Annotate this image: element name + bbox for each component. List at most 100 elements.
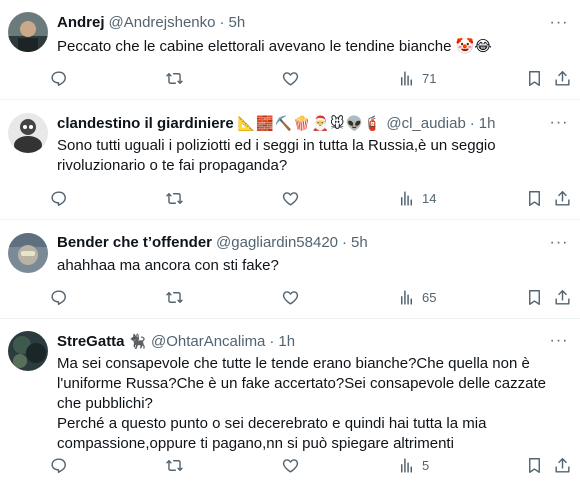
retweet-button[interactable] <box>165 67 184 89</box>
retweet-button[interactable] <box>165 187 184 209</box>
replies-feed: Andrej @Andrejshenko · 5h ··· Peccato ch… <box>0 0 580 485</box>
timestamp[interactable]: 5h <box>351 233 368 253</box>
bookmark-button[interactable] <box>525 454 544 476</box>
tweet-header: clandestino il giardiniere 📐🧱⛏️🍿🎅🐭👽🧯 @cl… <box>57 113 495 134</box>
tweet-text-line: Perché a questo punto o sei decerebrato … <box>57 415 487 432</box>
author-handle[interactable]: @gagliardin58420 <box>216 233 338 253</box>
tweet-text-line: rivoluzionario o te fai propaganda? <box>57 157 288 174</box>
separator-dot: · <box>219 14 225 31</box>
like-button[interactable] <box>281 187 300 209</box>
retweet-icon <box>166 72 183 84</box>
tweet-header: Bender che t’offender @gagliardin58420 ·… <box>57 233 368 253</box>
reply-tweet-3[interactable]: Bender che t’offender @gagliardin58420 ·… <box>0 220 580 319</box>
retweet-icon <box>166 192 183 204</box>
share-icon <box>555 70 570 86</box>
bookmark-icon <box>529 70 540 86</box>
author-handle[interactable]: @cl_audiab <box>386 114 465 134</box>
more-icon[interactable]: ··· <box>548 113 570 133</box>
tweet-text-line: Peccato che le cabine elettorali avevano… <box>57 38 492 55</box>
retweet-button[interactable] <box>165 286 184 308</box>
avatar-andrej[interactable] <box>8 12 48 52</box>
retweet-icon <box>166 459 183 471</box>
tweet-text-line: compassione,oppure ti pagano,nn si può s… <box>57 435 454 452</box>
views-count: 14 <box>422 190 437 206</box>
share-button[interactable] <box>553 454 572 476</box>
separator-dot: · <box>469 115 475 132</box>
like-icon <box>282 71 299 86</box>
share-button[interactable] <box>553 187 572 209</box>
tweet-text-line: ahahhaa ma ancora con sti fake? <box>57 257 279 274</box>
views-count: 71 <box>422 70 437 86</box>
avatar-clandestino[interactable] <box>8 113 48 153</box>
views-icon <box>400 289 413 305</box>
views-button[interactable]: 14 <box>397 187 436 209</box>
like-button[interactable] <box>281 67 300 89</box>
tweet-text-line: Sono tutti uguali i poliziotti ed i segg… <box>57 137 496 154</box>
avatar-stregatta[interactable] <box>8 331 48 371</box>
action-bar: 5 <box>49 454 572 476</box>
like-icon <box>282 290 299 305</box>
retweet-icon <box>166 291 183 303</box>
reply-tweet-2[interactable]: clandestino il giardiniere 📐🧱⛏️🍿🎅🐭👽🧯 @cl… <box>0 100 580 220</box>
timestamp[interactable]: 1h <box>479 114 496 134</box>
tweet-text: Peccato che le cabine elettorali avevano… <box>57 37 564 57</box>
like-icon <box>282 191 299 206</box>
reply-icon <box>51 457 66 473</box>
tweet-text: Ma sei consapevole che tutte le tende er… <box>57 354 564 454</box>
action-bar: 71 <box>49 67 572 89</box>
action-bar: 14 <box>49 187 572 209</box>
more-icon[interactable]: ··· <box>548 331 570 351</box>
reply-icon <box>51 289 66 305</box>
share-button[interactable] <box>553 286 572 308</box>
share-icon <box>555 289 570 305</box>
reply-button[interactable] <box>49 187 68 209</box>
views-button[interactable]: 71 <box>397 67 436 89</box>
views-count: 5 <box>422 457 430 473</box>
author-handle[interactable]: @Andrejshenko <box>109 13 216 33</box>
bookmark-button[interactable] <box>525 67 544 89</box>
name-emojis: 📐🧱⛏️🍿🎅🐭👽🧯 <box>237 115 383 131</box>
reply-tweet-1[interactable]: Andrej @Andrejshenko · 5h ··· Peccato ch… <box>0 0 580 100</box>
author-handle[interactable]: @OhtarAncalima <box>151 332 265 352</box>
author-name[interactable]: StreGatta <box>57 332 125 352</box>
views-button[interactable]: 65 <box>397 286 436 308</box>
share-icon <box>555 190 570 206</box>
retweet-button[interactable] <box>165 454 184 476</box>
bookmark-icon <box>529 190 540 206</box>
views-button[interactable]: 5 <box>397 454 429 476</box>
bookmark-icon <box>529 457 540 473</box>
share-button[interactable] <box>553 67 572 89</box>
views-icon <box>400 190 413 206</box>
separator-dot: · <box>342 234 348 251</box>
author-name[interactable]: Bender che t’offender <box>57 233 212 253</box>
tweet-text: Sono tutti uguali i poliziotti ed i segg… <box>57 136 564 176</box>
like-button[interactable] <box>281 286 300 308</box>
tweet-text-line: Ma sei consapevole che tutte le tende er… <box>57 355 530 372</box>
reply-button[interactable] <box>49 286 68 308</box>
reply-icon <box>51 70 66 86</box>
reply-button[interactable] <box>49 454 68 476</box>
name-emojis: 🐈‍⬛ <box>128 333 147 349</box>
bookmark-button[interactable] <box>525 286 544 308</box>
share-icon <box>555 457 570 473</box>
reply-button[interactable] <box>49 67 68 89</box>
timestamp[interactable]: 1h <box>278 332 295 352</box>
action-bar: 65 <box>49 286 572 308</box>
more-icon[interactable]: ··· <box>548 233 570 253</box>
avatar-bender[interactable] <box>8 233 48 273</box>
separator-dot: · <box>269 333 275 350</box>
like-icon <box>282 458 299 473</box>
bookmark-button[interactable] <box>525 187 544 209</box>
tweet-header: Andrej @Andrejshenko · 5h <box>57 13 245 33</box>
tweet-header: StreGatta 🐈‍⬛ @OhtarAncalima · 1h <box>57 331 295 352</box>
author-name[interactable]: clandestino il giardiniere <box>57 114 234 134</box>
views-icon <box>400 457 413 473</box>
tweet-text-line: che pubblichi? <box>57 395 153 412</box>
views-count: 65 <box>422 289 437 305</box>
reply-icon <box>51 190 66 206</box>
like-button[interactable] <box>281 454 300 476</box>
timestamp[interactable]: 5h <box>228 13 245 33</box>
reply-tweet-4[interactable]: StreGatta 🐈‍⬛ @OhtarAncalima · 1h ··· Ma… <box>0 319 580 485</box>
more-icon[interactable]: ··· <box>548 13 570 33</box>
author-name[interactable]: Andrej <box>57 13 105 33</box>
